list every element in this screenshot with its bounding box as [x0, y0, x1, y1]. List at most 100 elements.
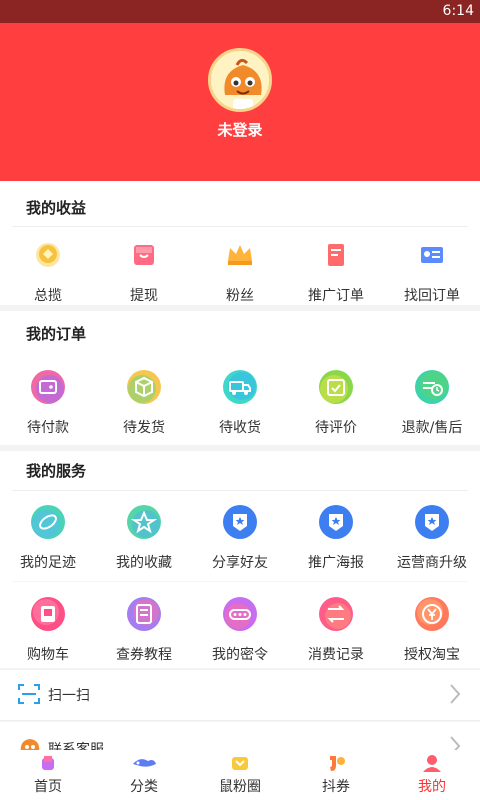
calendar-check-icon — [319, 370, 353, 404]
divider — [12, 226, 468, 227]
order-item-label: 待收货 — [219, 420, 261, 436]
earnings-item-label: 总揽 — [34, 288, 62, 304]
tab-category[interactable]: 分类 — [96, 750, 192, 800]
earnings-item-withdraw[interactable]: 提现 — [96, 237, 192, 305]
service-item-operator-upgrade[interactable]: 运营商升级 — [384, 504, 480, 572]
orders-row: 待付款 待发货 待收货 待评价 退款/售后 — [0, 369, 480, 437]
upgrade-badge-icon — [415, 505, 449, 539]
record-icon — [319, 597, 353, 631]
service-item-label: 购物车 — [27, 647, 69, 663]
service-item-coupon-tutorial[interactable]: 查券教程 — [96, 596, 192, 664]
home-icon — [42, 756, 54, 770]
service-item-footprints[interactable]: 我的足迹 — [0, 504, 96, 572]
tab-label: 我的 — [418, 779, 446, 795]
service-item-label: 我的密令 — [212, 647, 268, 663]
earnings-row: 总揽 提现 粉丝 推广订单 找回订单 — [0, 237, 480, 305]
footprint-icon — [31, 505, 65, 539]
password-icon — [223, 597, 257, 631]
tab-fan-circle[interactable]: 鼠粉圈 — [192, 750, 288, 800]
earnings-item-label: 粉丝 — [226, 288, 254, 304]
orders-card: 我的订单 待付款 待发货 待收货 待评价 退款/售后 — [0, 311, 480, 445]
earnings-card: 我的收益 总揽 提现 粉丝 推广订单 找回订单 — [0, 181, 480, 305]
service-item-label: 我的足迹 — [20, 555, 76, 571]
service-item-spending-records[interactable]: 消费记录 — [288, 596, 384, 664]
order-item-pending-receipt[interactable]: 待收货 — [192, 369, 288, 437]
tutorial-icon — [127, 597, 161, 631]
order-item-label: 待发货 — [123, 420, 165, 436]
chevron-right-icon — [450, 684, 461, 704]
profile-header: 未登录 — [0, 23, 480, 181]
services-row-2: 购物车 查券教程 我的密令 消费记录 授权淘宝 — [0, 596, 480, 664]
service-item-label: 分享好友 — [212, 555, 268, 571]
service-item-promo-poster[interactable]: 推广海报 — [288, 504, 384, 572]
earnings-item-label: 找回订单 — [404, 288, 460, 304]
circle-icon — [232, 757, 248, 770]
service-item-share-friends[interactable]: 分享好友 — [192, 504, 288, 572]
tab-label: 分类 — [130, 779, 158, 795]
id-card-icon — [421, 247, 443, 263]
status-bar: 6:14 — [0, 0, 480, 23]
tab-label: 首页 — [34, 779, 62, 795]
profile-icon — [423, 755, 441, 772]
earnings-item-label: 推广订单 — [308, 288, 364, 304]
orders-title: 我的订单 — [26, 325, 87, 343]
tab-label: 鼠粉圈 — [219, 779, 261, 795]
order-item-pending-shipment[interactable]: 待发货 — [96, 369, 192, 437]
service-item-secret-code[interactable]: 我的密令 — [192, 596, 288, 664]
package-icon — [127, 370, 161, 404]
yuan-icon — [415, 597, 449, 631]
service-item-favorites[interactable]: 我的收藏 — [96, 504, 192, 572]
mascot-icon — [211, 51, 269, 109]
star-icon — [127, 505, 161, 539]
services-card: 我的服务 我的足迹 我的收藏 分享好友 推广海报 运营商升级 购物车 查券教程 … — [0, 451, 480, 668]
status-time: 6:14 — [442, 3, 474, 19]
service-item-cart[interactable]: 购物车 — [0, 596, 96, 664]
service-item-label: 消费记录 — [308, 647, 364, 663]
bottom-tab-bar: 首页 分类 鼠粉圈 抖券 我的 — [0, 750, 480, 800]
service-item-label: 运营商升级 — [397, 555, 467, 571]
scan-label: 扫一扫 — [48, 688, 90, 704]
coupon-icon — [330, 756, 345, 771]
order-item-label: 待评价 — [315, 420, 357, 436]
tab-douquan[interactable]: 抖券 — [288, 750, 384, 800]
share-badge-icon — [223, 505, 257, 539]
crown-icon — [228, 245, 252, 265]
scan-icon — [18, 684, 40, 704]
order-item-pending-payment[interactable]: 待付款 — [0, 369, 96, 437]
order-doc-icon — [328, 244, 344, 266]
wallet-icon — [31, 370, 65, 404]
earnings-item-overview[interactable]: 总揽 — [0, 237, 96, 305]
gift-bag-icon — [134, 245, 154, 265]
service-item-label: 推广海报 — [308, 555, 364, 571]
earnings-item-fans[interactable]: 粉丝 — [192, 237, 288, 305]
order-item-pending-review[interactable]: 待评价 — [288, 369, 384, 437]
scan-list-item[interactable]: 扫一扫 — [0, 670, 480, 720]
order-item-refund[interactable]: 退款/售后 — [384, 369, 480, 437]
tab-label: 抖券 — [322, 779, 350, 795]
earnings-item-promo-orders[interactable]: 推广订单 — [288, 237, 384, 305]
order-item-label: 退款/售后 — [401, 420, 463, 436]
service-item-label: 授权淘宝 — [404, 647, 460, 663]
tab-home[interactable]: 首页 — [0, 750, 96, 800]
earnings-item-recover-orders[interactable]: 找回订单 — [384, 237, 480, 305]
services-row-1: 我的足迹 我的收藏 分享好友 推广海报 运营商升级 — [0, 504, 480, 572]
divider — [12, 581, 468, 582]
refund-icon — [415, 370, 449, 404]
service-item-label: 我的收藏 — [116, 555, 172, 571]
login-prompt[interactable]: 未登录 — [0, 119, 480, 140]
poster-badge-icon — [319, 505, 353, 539]
earnings-item-label: 提现 — [130, 288, 158, 304]
earnings-title: 我的收益 — [26, 199, 87, 217]
order-item-label: 待付款 — [27, 420, 69, 436]
cart-icon — [31, 597, 65, 631]
category-icon — [133, 759, 156, 767]
gold-coin-icon — [36, 243, 60, 267]
tab-mine[interactable]: 我的 — [384, 750, 480, 800]
services-title: 我的服务 — [26, 462, 87, 480]
divider — [12, 490, 468, 491]
service-item-authorize-taobao[interactable]: 授权淘宝 — [384, 596, 480, 664]
divider — [0, 720, 480, 721]
avatar[interactable] — [208, 48, 272, 112]
service-item-label: 查券教程 — [116, 647, 172, 663]
truck-icon — [223, 370, 257, 404]
